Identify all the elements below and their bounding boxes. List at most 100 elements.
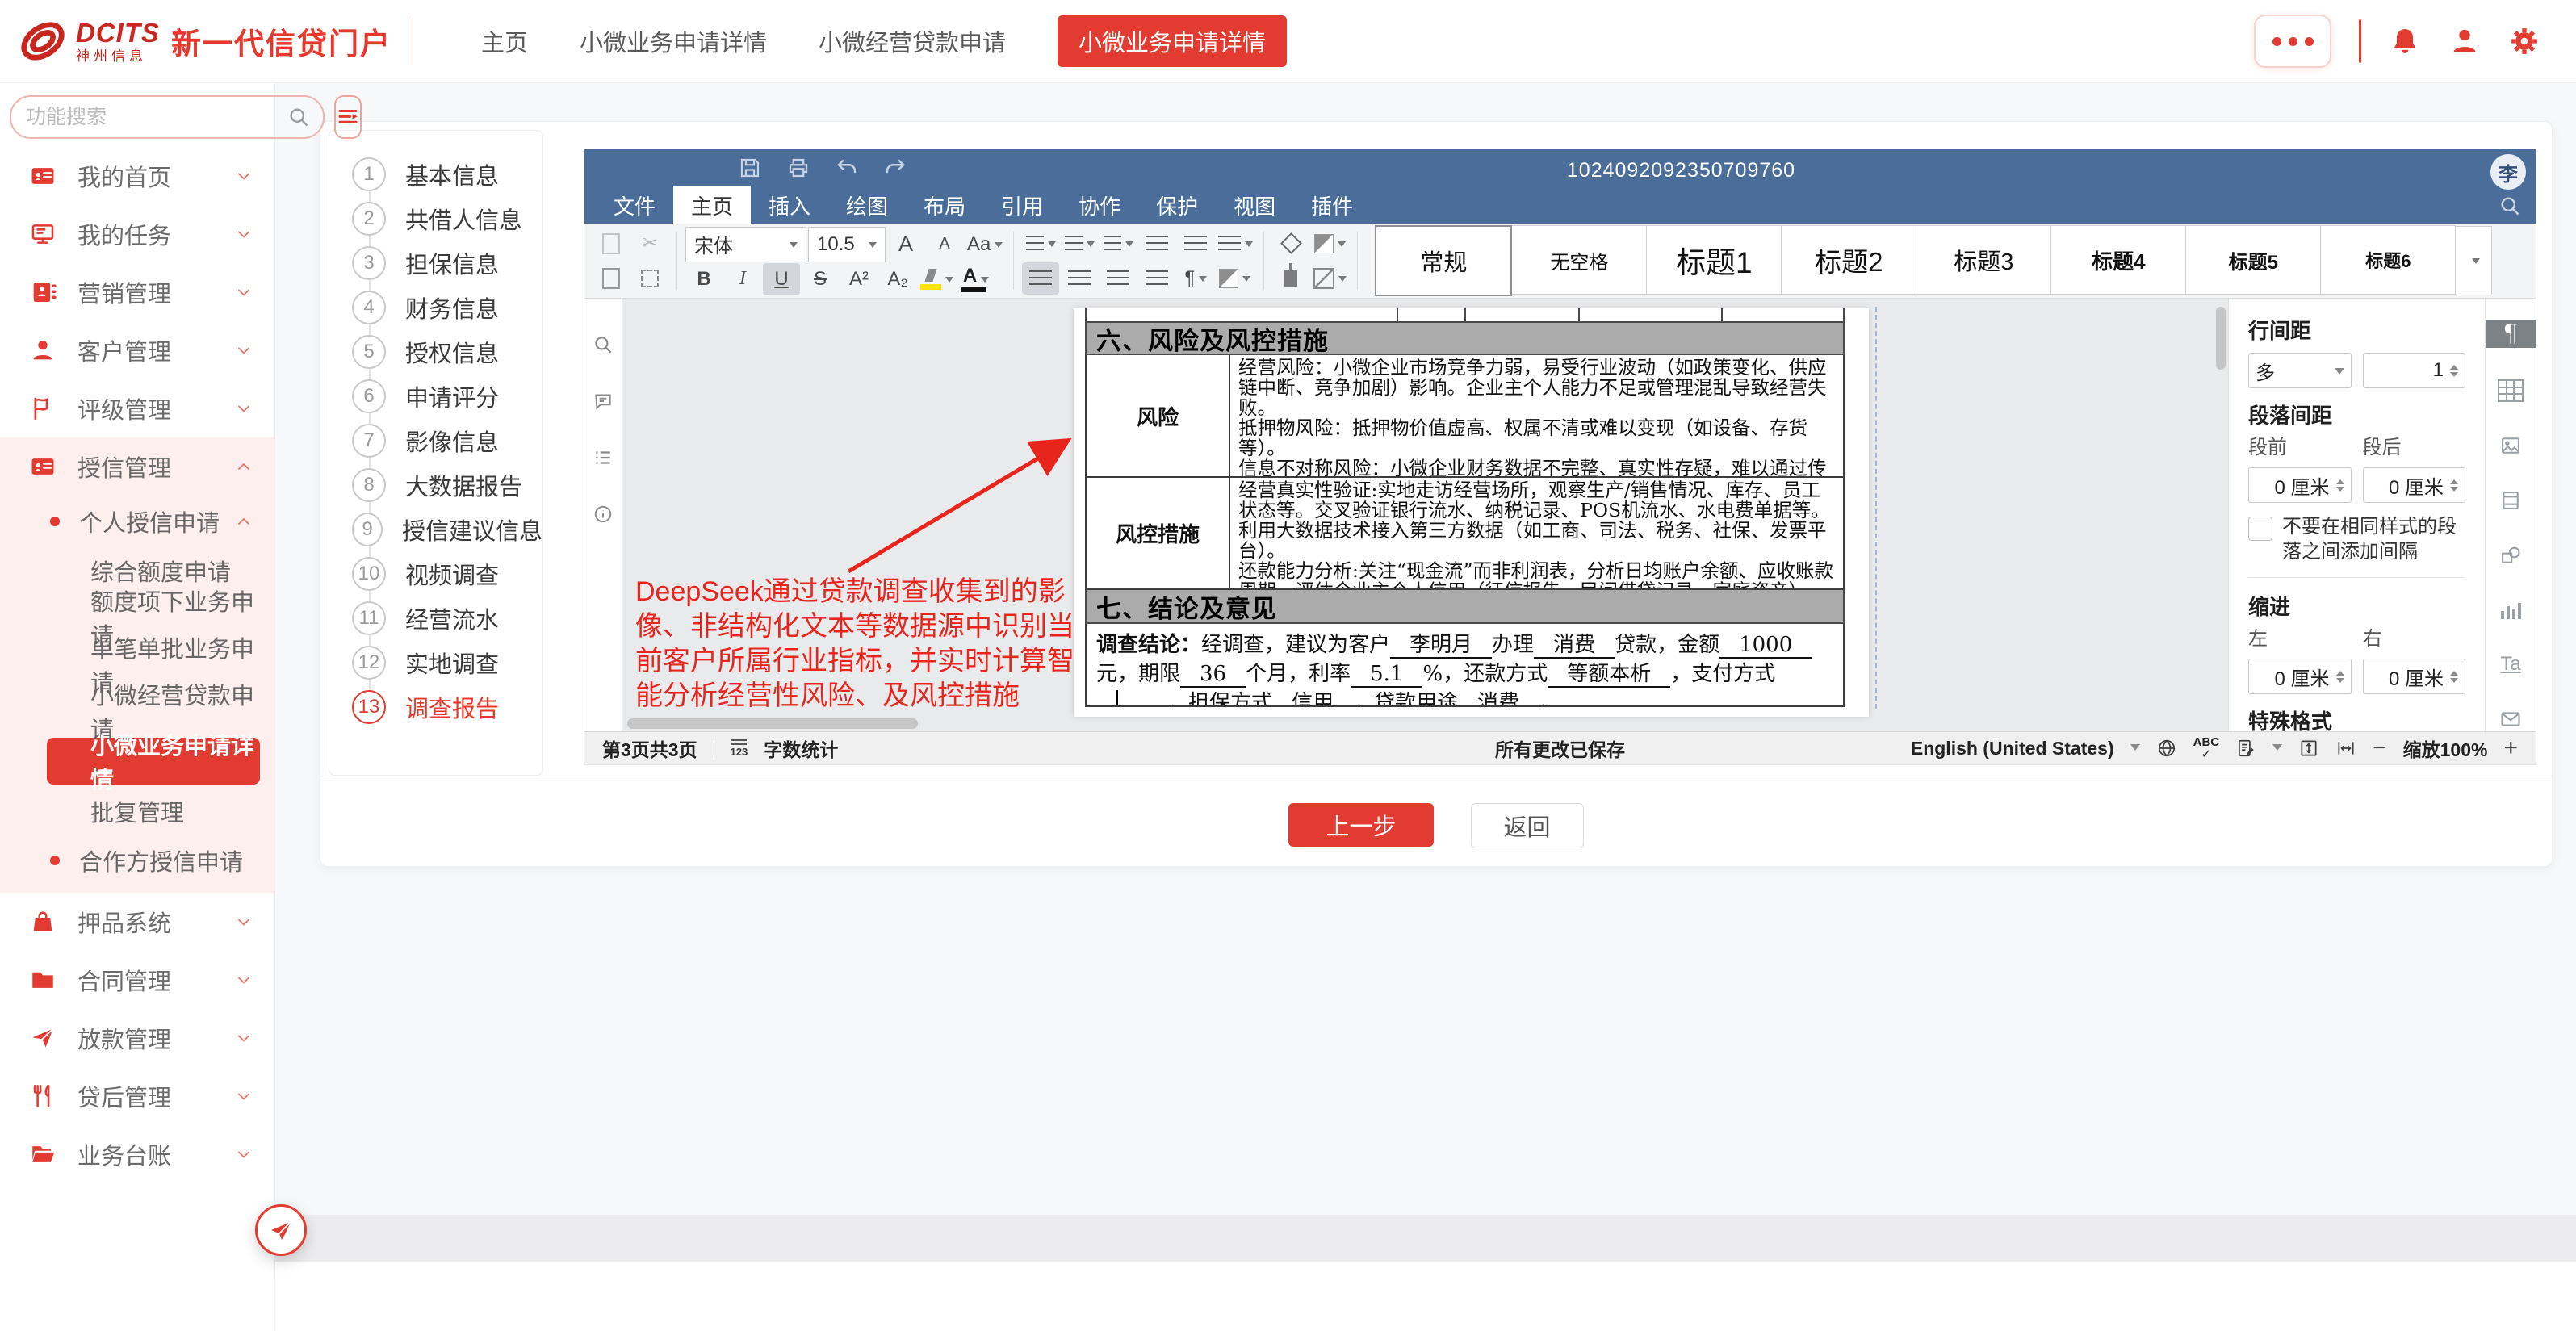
text-frame-icon[interactable]: [1311, 262, 1349, 295]
style-option-1[interactable]: 无空格: [1511, 225, 1647, 295]
wizard-step-13[interactable]: 13调查报告: [329, 684, 542, 729]
font-size-select[interactable]: 10.5: [808, 227, 886, 262]
sidebar-item[interactable]: 我的首页: [0, 147, 274, 205]
sidebar-item[interactable]: 我的任务: [0, 205, 274, 263]
menu-collapse-button[interactable]: [334, 95, 362, 139]
superscript-icon[interactable]: A²: [840, 263, 878, 295]
wizard-step-4[interactable]: 4财务信息: [329, 285, 542, 329]
wizard-step-6[interactable]: 6申请评分: [329, 374, 542, 418]
language-globe-icon[interactable]: [2156, 738, 2177, 759]
wizard-step-12[interactable]: 12实地调查: [329, 640, 542, 684]
rail-chart-tab[interactable]: [2486, 597, 2536, 622]
sidebar-item-active[interactable]: 小微业务申请详情: [47, 738, 260, 785]
justify-icon[interactable]: [1138, 262, 1175, 295]
comments-icon[interactable]: [593, 391, 614, 412]
more-options-icon[interactable]: [2254, 15, 2331, 68]
line-spacing-select[interactable]: 多: [2248, 353, 2352, 388]
notifications-icon[interactable]: [2389, 25, 2421, 57]
eraser-icon[interactable]: [1272, 228, 1309, 260]
word-count-label[interactable]: 字数统计: [764, 735, 838, 762]
change-case-icon[interactable]: Aa: [965, 228, 1005, 261]
shrink-font-icon[interactable]: A: [926, 228, 963, 261]
align-center-icon[interactable]: [1061, 262, 1098, 295]
wizard-step-11[interactable]: 11经营流水: [329, 596, 542, 640]
wizard-step-5[interactable]: 5授权信息: [329, 329, 542, 374]
sidebar-item[interactable]: 押品系统: [0, 893, 274, 951]
vertical-scrollbar[interactable]: [2216, 307, 2226, 370]
align-left-icon[interactable]: [1022, 262, 1059, 295]
style-gallery-expand-icon[interactable]: [2455, 226, 2492, 295]
document-page[interactable]: 六、风险及风控措施 风险经营风险：小微企业市场竞争力弱，易受行业波动（如政策变化…: [1074, 308, 1869, 717]
rail-textart-tab[interactable]: Ta: [2486, 652, 2536, 676]
sidebar-subitem[interactable]: 个人授信申请: [0, 496, 274, 547]
word-count-icon[interactable]: 123: [731, 739, 748, 757]
editor-tab-3[interactable]: 绘图: [828, 186, 906, 224]
avatar[interactable]: 李: [2490, 154, 2526, 190]
style-option-5[interactable]: 标题4: [2050, 225, 2186, 295]
align-right-icon[interactable]: [1100, 262, 1137, 295]
subscript-icon[interactable]: A₂: [879, 263, 916, 295]
style-option-3[interactable]: 标题2: [1781, 225, 1916, 295]
style-option-2[interactable]: 标题1: [1646, 225, 1782, 295]
space-after-stepper[interactable]: 0 厘米: [2363, 467, 2466, 503]
find-icon[interactable]: [593, 334, 614, 355]
sidebar-subitem[interactable]: 合作方授信申请: [0, 835, 274, 886]
editor-tab-5[interactable]: 引用: [983, 186, 1061, 224]
editor-tab-8[interactable]: 视图: [1216, 186, 1293, 224]
style-option-4[interactable]: 标题3: [1916, 225, 2051, 295]
strikethrough-icon[interactable]: S: [802, 263, 839, 295]
previous-step-button[interactable]: 上一步: [1288, 803, 1433, 847]
outline-icon[interactable]: [593, 447, 614, 468]
sidebar-item[interactable]: 业务台账: [0, 1125, 274, 1183]
nav-tab-1[interactable]: 小微业务申请详情: [580, 24, 767, 58]
format-painter-icon[interactable]: [1272, 262, 1309, 295]
editor-tab-7[interactable]: 保护: [1138, 186, 1216, 224]
track-changes-icon[interactable]: [2235, 738, 2256, 759]
sidebar-item[interactable]: 营销管理: [0, 263, 274, 321]
wizard-step-10[interactable]: 10视频调查: [329, 551, 542, 596]
info-icon[interactable]: [593, 504, 614, 525]
zoom-out-button[interactable]: −: [2373, 735, 2387, 762]
wizard-step-7[interactable]: 7影像信息: [329, 418, 542, 463]
editor-tab-6[interactable]: 协作: [1061, 186, 1138, 224]
nav-tab-3[interactable]: 小微业务申请详情: [1058, 15, 1287, 67]
language-selector[interactable]: English (United States): [1911, 738, 2114, 760]
increase-indent-icon[interactable]: [1177, 228, 1214, 260]
multilevel-list-icon[interactable]: [1100, 228, 1137, 260]
user-icon[interactable]: [2448, 25, 2481, 57]
fit-width-icon[interactable]: [2335, 738, 2356, 759]
indent-right-stepper[interactable]: 0 厘米: [2363, 659, 2466, 694]
rail-page-tab[interactable]: [2486, 488, 2536, 513]
style-option-6[interactable]: 标题5: [2185, 225, 2321, 295]
sidebar-item[interactable]: 授信管理: [0, 437, 274, 496]
sidebar-item[interactable]: 客户管理: [0, 321, 274, 379]
editor-search-icon[interactable]: [2499, 195, 2521, 217]
return-button[interactable]: 返回: [1471, 803, 1584, 848]
editor-tab-0[interactable]: 文件: [596, 186, 673, 224]
shading-icon[interactable]: [1216, 262, 1253, 295]
bold-icon[interactable]: B: [685, 263, 723, 295]
wizard-step-2[interactable]: 2共借人信息: [329, 196, 542, 241]
paragraph-mark-icon[interactable]: ¶: [1177, 262, 1214, 295]
editor-tab-4[interactable]: 布局: [906, 186, 983, 224]
grow-font-icon[interactable]: A: [887, 228, 924, 261]
numbered-list-icon[interactable]: [1061, 228, 1098, 260]
space-before-stepper[interactable]: 0 厘米: [2248, 467, 2352, 503]
style-option-7[interactable]: 标题6: [2320, 225, 2456, 295]
rail-table-tab[interactable]: [2486, 379, 2536, 403]
font-color-icon[interactable]: A: [957, 263, 995, 295]
wizard-step-3[interactable]: 3担保信息: [329, 241, 542, 285]
function-search[interactable]: [10, 95, 325, 139]
editor-tab-1[interactable]: 主页: [673, 186, 751, 224]
line-spacing-multiple-stepper[interactable]: 1: [2363, 353, 2466, 388]
paste-icon[interactable]: [593, 262, 630, 295]
line-spacing-icon[interactable]: [1216, 228, 1255, 260]
spellcheck-icon[interactable]: ABC✓: [2193, 736, 2220, 760]
editor-tab-2[interactable]: 插入: [751, 186, 828, 224]
select-icon[interactable]: [631, 262, 668, 295]
indent-left-stepper[interactable]: 0 厘米: [2248, 659, 2352, 694]
nav-tab-2[interactable]: 小微经营贷款申请: [819, 24, 1006, 58]
horizontal-scrollbar[interactable]: [627, 718, 918, 729]
quick-send-button[interactable]: [255, 1204, 307, 1256]
conclusion-block[interactable]: 调查结论：经调查，建议为客户李明月办理消费贷款，金额1000元，期限36个月，利…: [1085, 624, 1845, 707]
